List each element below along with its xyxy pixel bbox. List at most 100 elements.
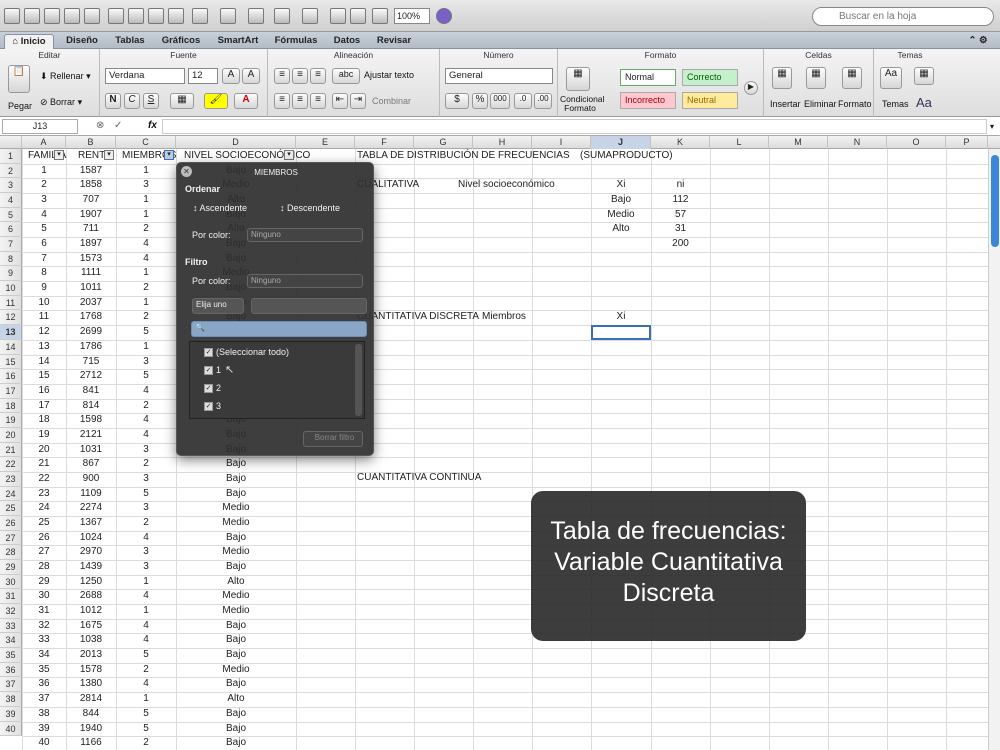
cell-renta[interactable]: 1858: [66, 178, 116, 192]
miembros-label[interactable]: Miembros: [482, 310, 526, 324]
open-icon[interactable]: [44, 8, 60, 24]
row-header[interactable]: 19: [0, 413, 22, 428]
xi-alto[interactable]: Alto: [591, 222, 651, 236]
tab-tablas[interactable]: Tablas: [110, 34, 150, 49]
row-header[interactable]: 7: [0, 237, 22, 252]
format-button[interactable]: Formato: [838, 99, 872, 109]
tab-smartart[interactable]: SmartArt: [212, 34, 264, 49]
theme-colors-icon[interactable]: ▦: [914, 67, 934, 85]
insert-button[interactable]: Insertar: [770, 99, 801, 109]
cell-nivel[interactable]: Bajo: [176, 619, 296, 633]
cell-miembros[interactable]: 1: [116, 193, 176, 207]
row-header[interactable]: 14: [0, 339, 22, 355]
column-header-a[interactable]: A: [22, 136, 66, 149]
cell-renta[interactable]: 867: [66, 457, 116, 471]
cell-familia[interactable]: 18: [22, 413, 66, 427]
cell-familia[interactable]: 6: [22, 237, 66, 251]
style-normal[interactable]: Normal: [620, 69, 676, 86]
cell-miembros[interactable]: 2: [116, 310, 176, 324]
cell-familia[interactable]: 32: [22, 619, 66, 633]
merge-button[interactable]: Combinar: [372, 96, 411, 106]
filter-dropdown-d-icon[interactable]: ▾: [284, 150, 294, 160]
vertical-scrollbar[interactable]: [988, 149, 1000, 750]
cell-familia[interactable]: 31: [22, 604, 66, 618]
item-label-3[interactable]: 3: [216, 401, 221, 411]
row-header[interactable]: 15: [0, 354, 22, 370]
cell-familia[interactable]: 15: [22, 369, 66, 383]
delete-cells-icon[interactable]: ▦: [806, 67, 826, 89]
cell-renta[interactable]: 2970: [66, 545, 116, 559]
cell-renta[interactable]: 1011: [66, 281, 116, 295]
tab-datos[interactable]: Datos: [328, 34, 366, 49]
row-header[interactable]: 24: [0, 486, 22, 502]
cell-familia[interactable]: 23: [22, 487, 66, 501]
row-header[interactable]: 12: [0, 310, 22, 326]
cell-miembros[interactable]: 1: [116, 604, 176, 618]
cell-miembros[interactable]: 3: [116, 472, 176, 486]
cell-nivel[interactable]: Medio: [176, 516, 296, 530]
bold-button[interactable]: N: [105, 93, 121, 109]
condition-select[interactable]: Elija uno: [192, 298, 244, 314]
cell-miembros[interactable]: 4: [116, 619, 176, 633]
tab-inicio[interactable]: ⌂ Inicio: [4, 34, 54, 49]
copy-icon[interactable]: [128, 8, 144, 24]
cell-nivel[interactable]: Medio: [176, 545, 296, 559]
templates-icon[interactable]: [24, 8, 40, 24]
paste-icon-large[interactable]: 📋: [8, 65, 30, 93]
xi-header[interactable]: Xi: [591, 178, 651, 192]
selected-cell[interactable]: [591, 325, 651, 340]
cell-renta[interactable]: 1768: [66, 310, 116, 324]
cell-renta[interactable]: 1038: [66, 633, 116, 647]
cell-familia[interactable]: 26: [22, 531, 66, 545]
cell-nivel[interactable]: Bajo: [176, 531, 296, 545]
undo-icon[interactable]: [192, 8, 208, 24]
row-header[interactable]: 5: [0, 207, 22, 223]
cell-familia[interactable]: 4: [22, 208, 66, 222]
cell-familia[interactable]: 3: [22, 193, 66, 207]
cell-nivel[interactable]: Bajo: [176, 560, 296, 574]
row-header[interactable]: 31: [0, 589, 22, 605]
cell-renta[interactable]: 2699: [66, 325, 116, 339]
cell-renta[interactable]: 1111: [66, 266, 116, 280]
row-header[interactable]: 32: [0, 604, 22, 619]
cell-miembros[interactable]: 1: [116, 164, 176, 178]
cell-nivel[interactable]: Bajo: [176, 457, 296, 471]
tab-diseno[interactable]: Diseño: [60, 34, 104, 49]
column-header-m[interactable]: M: [769, 136, 828, 149]
themes-icon[interactable]: Aa: [880, 67, 902, 89]
cell-familia[interactable]: 16: [22, 384, 66, 398]
cell-familia[interactable]: 30: [22, 589, 66, 603]
wrap-text-button[interactable]: Ajustar texto: [364, 70, 414, 80]
cell-renta[interactable]: 715: [66, 355, 116, 369]
format-cells-icon[interactable]: ▦: [842, 67, 862, 89]
formula-input[interactable]: [162, 119, 987, 134]
nivel-label[interactable]: Nivel socioeconómico: [458, 178, 555, 192]
align-middle-button[interactable]: ≡: [292, 68, 308, 84]
cell-miembros[interactable]: 4: [116, 237, 176, 251]
zoom-field[interactable]: 100%: [394, 8, 430, 24]
row-header[interactable]: 2: [0, 163, 22, 179]
cell-familia[interactable]: 25: [22, 516, 66, 530]
xi-discreta-header[interactable]: Xi: [591, 310, 651, 324]
themes-button[interactable]: Temas: [882, 99, 909, 109]
new-document-icon[interactable]: [4, 8, 20, 24]
column-header-k[interactable]: K: [651, 136, 710, 149]
checkbox-item-3[interactable]: ✓: [204, 402, 213, 411]
decrease-decimal-button[interactable]: .00: [534, 93, 552, 109]
redo-icon[interactable]: [220, 8, 236, 24]
cell-miembros[interactable]: 4: [116, 252, 176, 266]
name-box[interactable]: J13: [2, 119, 78, 134]
formula-builder-icon[interactable]: [330, 8, 346, 24]
currency-button[interactable]: $: [445, 93, 469, 109]
percent-button[interactable]: %: [472, 93, 488, 109]
borders-button[interactable]: ▦: [170, 93, 194, 109]
cell-miembros[interactable]: 1: [116, 266, 176, 280]
checkbox-item-1[interactable]: ✓: [204, 366, 213, 375]
cell-renta[interactable]: 1578: [66, 663, 116, 677]
formula-expand-icon[interactable]: ▾: [990, 122, 994, 131]
column-header-d[interactable]: D: [176, 136, 296, 149]
ni-total[interactable]: 200: [651, 237, 710, 251]
cell-miembros[interactable]: 4: [116, 589, 176, 603]
row-header[interactable]: 26: [0, 516, 22, 531]
fx-icon[interactable]: fx: [148, 120, 157, 131]
